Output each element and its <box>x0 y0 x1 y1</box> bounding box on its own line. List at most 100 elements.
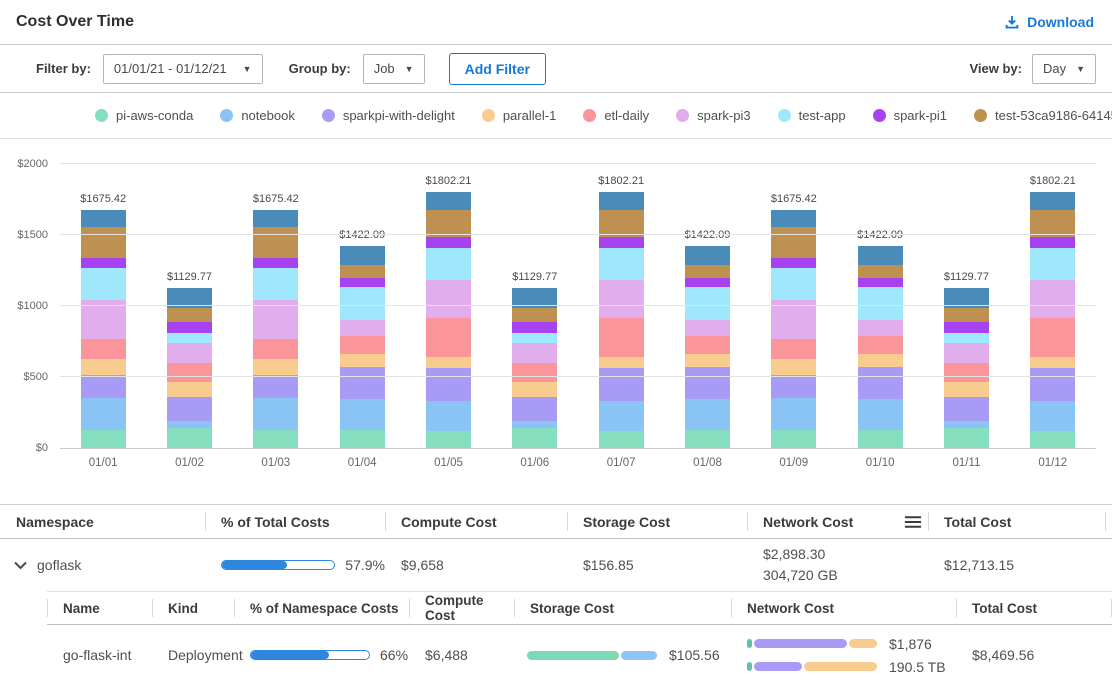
bar-segment-etl-daily[interactable] <box>340 336 385 355</box>
bar-segment-spark-pi1[interactable] <box>512 322 557 333</box>
bar-segment-pi-aws-conda[interactable] <box>426 431 471 448</box>
bar-segment-etl-daily[interactable] <box>253 339 298 359</box>
bar-segment-sparkpi-with-delight[interactable] <box>685 367 730 399</box>
bar-segment-pi-aws-conda[interactable] <box>340 430 385 448</box>
legend-item-test-53ca9186-64145[interactable]: test-53ca9186-64145 <box>974 108 1112 123</box>
bar-segment-pi-aws-conda[interactable] <box>167 428 212 448</box>
bar-segment-spark-pi1[interactable] <box>340 278 385 287</box>
bar-segment-notebook[interactable] <box>253 398 298 430</box>
bar-segment-spark-pi1[interactable] <box>685 278 730 287</box>
column-menu-icon[interactable] <box>888 505 928 538</box>
bar-segment-etl-daily[interactable] <box>1030 318 1075 356</box>
bar-segment-sparkpi-with-delight[interactable] <box>426 368 471 401</box>
legend-item-test-app[interactable]: test-app <box>778 108 846 123</box>
bar-01/04[interactable] <box>340 246 385 448</box>
bar-01/05[interactable] <box>426 192 471 448</box>
bar-segment-sparkpi-with-delight[interactable] <box>858 367 903 399</box>
legend-item-pi-aws-conda[interactable]: pi-aws-conda <box>95 108 193 123</box>
bar-segment-notebook[interactable] <box>1030 401 1075 431</box>
bar-segment-test-pkix[interactable] <box>858 246 903 265</box>
bar-segment-notebook[interactable] <box>340 399 385 431</box>
download-button[interactable]: Download <box>1004 14 1094 30</box>
bar-01/01[interactable] <box>81 210 126 448</box>
bar-segment-spark-pi1[interactable] <box>1030 237 1075 249</box>
bar-segment-parallel-1[interactable] <box>253 359 298 375</box>
bar-segment-test-53ca9186-64145[interactable] <box>426 210 471 237</box>
bar-segment-parallel-1[interactable] <box>81 359 126 375</box>
bar-segment-notebook[interactable] <box>167 421 212 428</box>
bar-01/06[interactable] <box>512 288 557 448</box>
bar-segment-test-app[interactable] <box>340 287 385 320</box>
bar-01/09[interactable] <box>771 210 816 448</box>
view-by-select[interactable]: Day ▼ <box>1032 54 1096 84</box>
bar-segment-parallel-1[interactable] <box>599 357 644 369</box>
legend-item-spark-pi3[interactable]: spark-pi3 <box>676 108 750 123</box>
bar-segment-spark-pi3[interactable] <box>1030 280 1075 318</box>
bar-segment-etl-daily[interactable] <box>426 318 471 356</box>
bar-segment-parallel-1[interactable] <box>1030 357 1075 369</box>
bar-segment-sparkpi-with-delight[interactable] <box>81 375 126 398</box>
bar-segment-test-app[interactable] <box>81 268 126 300</box>
bar-segment-spark-pi3[interactable] <box>599 280 644 318</box>
bar-segment-sparkpi-with-delight[interactable] <box>944 397 989 422</box>
bar-01/02[interactable] <box>167 288 212 448</box>
legend-item-spark-pi1[interactable]: spark-pi1 <box>873 108 947 123</box>
bar-segment-test-53ca9186-64145[interactable] <box>512 308 557 321</box>
bar-segment-notebook[interactable] <box>944 421 989 428</box>
bar-01/10[interactable] <box>858 246 903 448</box>
add-filter-button[interactable]: Add Filter <box>449 53 546 85</box>
bar-01/07[interactable] <box>599 192 644 448</box>
chevron-down-icon[interactable] <box>14 561 27 570</box>
bar-segment-test-pkix[interactable] <box>771 210 816 227</box>
bar-segment-test-53ca9186-64145[interactable] <box>771 227 816 258</box>
bar-segment-test-app[interactable] <box>253 268 298 300</box>
bar-segment-notebook[interactable] <box>81 398 126 430</box>
bar-segment-test-53ca9186-64145[interactable] <box>340 265 385 278</box>
bar-01/03[interactable] <box>253 210 298 448</box>
bar-segment-test-app[interactable] <box>512 333 557 343</box>
bar-segment-spark-pi1[interactable] <box>253 258 298 268</box>
bar-segment-pi-aws-conda[interactable] <box>944 428 989 448</box>
bar-segment-etl-daily[interactable] <box>167 363 212 383</box>
legend-item-etl-daily[interactable]: etl-daily <box>583 108 649 123</box>
bar-segment-notebook[interactable] <box>771 398 816 430</box>
bar-segment-parallel-1[interactable] <box>426 357 471 369</box>
bar-segment-spark-pi3[interactable] <box>340 320 385 336</box>
bar-segment-spark-pi1[interactable] <box>81 258 126 268</box>
bar-segment-etl-daily[interactable] <box>81 339 126 359</box>
legend-item-sparkpi-with-delight[interactable]: sparkpi-with-delight <box>322 108 455 123</box>
bar-01/11[interactable] <box>944 288 989 448</box>
bar-segment-test-53ca9186-64145[interactable] <box>599 210 644 237</box>
bar-segment-test-53ca9186-64145[interactable] <box>944 308 989 321</box>
bar-segment-spark-pi3[interactable] <box>167 343 212 363</box>
bar-segment-sparkpi-with-delight[interactable] <box>771 375 816 398</box>
bar-segment-test-pkix[interactable] <box>253 210 298 227</box>
legend-item-notebook[interactable]: notebook <box>220 108 295 123</box>
bar-segment-test-pkix[interactable] <box>340 246 385 265</box>
bar-segment-pi-aws-conda[interactable] <box>1030 431 1075 448</box>
bar-segment-notebook[interactable] <box>512 421 557 428</box>
bar-segment-spark-pi3[interactable] <box>944 343 989 363</box>
bar-segment-etl-daily[interactable] <box>858 336 903 355</box>
bar-segment-notebook[interactable] <box>599 401 644 431</box>
bar-segment-spark-pi1[interactable] <box>771 258 816 268</box>
bar-segment-sparkpi-with-delight[interactable] <box>1030 368 1075 401</box>
bar-segment-pi-aws-conda[interactable] <box>685 430 730 448</box>
bar-segment-test-app[interactable] <box>167 333 212 343</box>
bar-segment-etl-daily[interactable] <box>512 363 557 383</box>
bar-segment-spark-pi1[interactable] <box>599 237 644 249</box>
bar-segment-pi-aws-conda[interactable] <box>599 431 644 448</box>
bar-segment-etl-daily[interactable] <box>944 363 989 383</box>
bar-segment-sparkpi-with-delight[interactable] <box>253 375 298 398</box>
bar-segment-spark-pi1[interactable] <box>944 322 989 333</box>
bar-segment-sparkpi-with-delight[interactable] <box>167 397 212 422</box>
bar-segment-spark-pi1[interactable] <box>858 278 903 287</box>
bar-segment-etl-daily[interactable] <box>685 336 730 355</box>
date-range-select[interactable]: 01/01/21 - 01/12/21 ▼ <box>103 54 263 84</box>
bar-segment-spark-pi3[interactable] <box>426 280 471 318</box>
bar-segment-parallel-1[interactable] <box>858 354 903 367</box>
bar-segment-parallel-1[interactable] <box>771 359 816 375</box>
bar-segment-test-app[interactable] <box>771 268 816 300</box>
legend-item-parallel-1[interactable]: parallel-1 <box>482 108 556 123</box>
bar-segment-test-pkix[interactable] <box>1030 192 1075 210</box>
